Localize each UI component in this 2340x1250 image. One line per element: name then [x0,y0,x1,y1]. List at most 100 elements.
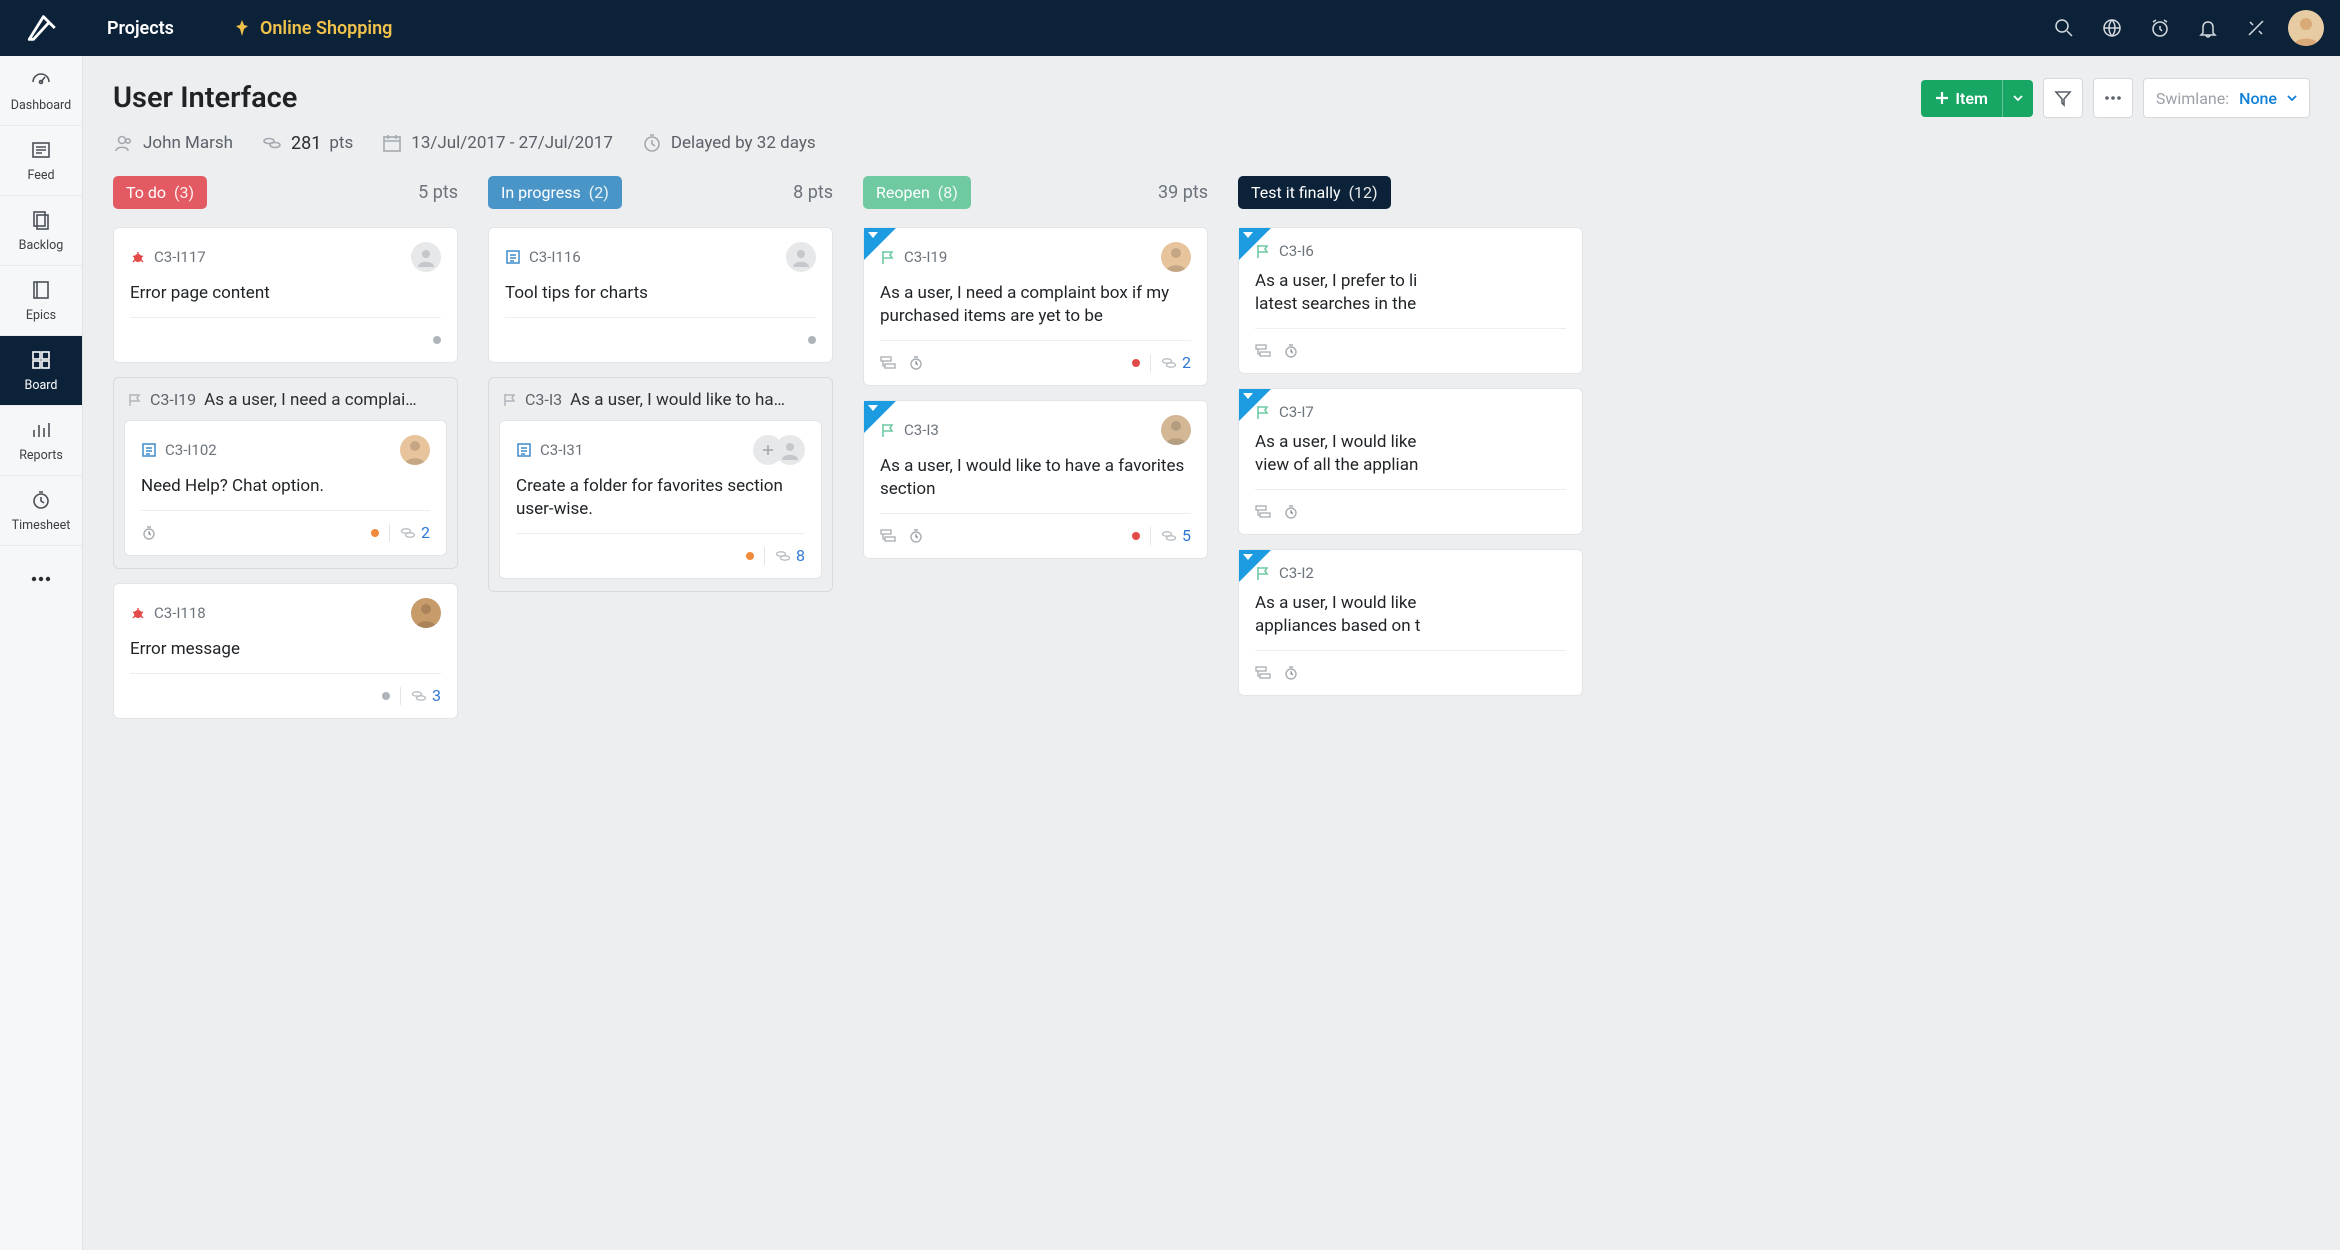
points-icon [400,526,416,540]
add-item-label: Item [1955,89,1987,108]
sidebar-item-label: Reports [19,448,63,463]
bug-icon [130,605,146,621]
sidebar-item-epics[interactable]: Epics [0,266,82,336]
user-icon [113,132,135,154]
tools-icon[interactable] [2234,6,2278,50]
sidebar-item-label: Feed [27,168,54,183]
column-name: To do [126,183,166,202]
card-title: As a user, I prefer to lilatest searches… [1255,270,1566,316]
column-pill[interactable]: In progress (2) [488,176,622,209]
board-card[interactable]: C3-I102Need Help? Chat option.2 [124,420,447,556]
date-meta: 13/Jul/2017 - 27/Jul/2017 [381,132,613,154]
swimlane-id: C3-I3 [525,390,562,409]
card-title: Error page content [130,282,441,305]
swimlane-group: C3-I19 As a user, I need a complai… C3-I1… [113,377,458,569]
points-meta: 281 pts [261,132,353,154]
card-title: Create a folder for favorites section us… [516,475,805,521]
flag-icon [128,393,142,407]
user-avatar[interactable] [2288,10,2324,46]
status-dot [1132,359,1140,367]
swimlane-header[interactable]: C3-I3 As a user, I would like to ha… [499,388,822,410]
card-points: 5 [1161,526,1191,545]
breadcrumb-project[interactable]: Online Shopping [234,18,392,39]
status-dot [433,336,441,344]
board-card[interactable]: C3-I31Create a folder for favorites sect… [499,420,822,579]
column-header: To do (3) 5 pts [113,176,458,209]
project-name-text: Online Shopping [260,18,392,39]
globe-icon[interactable] [2090,6,2134,50]
card-id: C3-I7 [1279,403,1314,421]
board-column: Reopen (8) 39 pts C3-I19As a user, I need … [863,176,1208,1192]
clock-icon[interactable] [2138,6,2182,50]
app-logo[interactable] [0,0,83,56]
column-name: Test it finally [1251,183,1341,202]
board-card[interactable]: C3-I118Error message3 [113,583,458,719]
status-dot [371,529,379,537]
kanban-board[interactable]: To do (3)5 ptsC3-I117Error page contentC… [83,168,2340,1222]
card-corner-flag [1239,389,1271,421]
board-card[interactable]: C3-I3As a user, I would like to have a f… [863,400,1208,559]
more-button[interactable] [2093,78,2133,118]
timer-icon [141,525,157,541]
chevron-down-icon [2013,95,2023,101]
column-header: In progress (2)8 pts [488,176,833,209]
add-assignee-icon[interactable] [753,435,783,465]
card-title: Error message [130,638,441,661]
assignee-avatar [411,598,441,628]
sidebar-item-feed[interactable]: Feed [0,126,82,196]
card-corner-flag [864,401,896,433]
column-pill[interactable]: Reopen (8) [863,176,971,209]
points-icon [1161,356,1177,370]
board-card[interactable]: C3-I6As a user, I prefer to lilatest sea… [1238,227,1583,374]
delay-text: Delayed by 32 days [671,133,816,153]
column-pill[interactable]: Test it finally (12) [1238,176,1391,209]
board-card[interactable]: C3-I116Tool tips for charts [488,227,833,363]
card-title: As a user, I would like to have a favori… [880,455,1191,501]
column-pill[interactable]: To do (3) [113,176,207,209]
pin-icon [234,19,250,37]
column-points: 39 pts [1158,182,1208,203]
flag-icon [503,393,517,407]
timer-icon [1283,504,1299,520]
card-corner-flag [1239,228,1271,260]
sidebar-item-timesheet[interactable]: Timesheet [0,476,82,546]
column-points: 5 pts [418,182,458,203]
calendar-icon [381,132,403,154]
page-meta: John Marsh 281 pts 13/Jul/2017 - 27/Jul/… [113,132,2310,154]
card-title: As a user, I would likeview of all the a… [1255,431,1566,477]
sidebar-item-board[interactable]: Board [0,336,82,406]
card-title: As a user, I would likeappliances based … [1255,592,1566,638]
card-title: Tool tips for charts [505,282,816,305]
card-id: C3-I118 [154,604,206,622]
status-dot [382,692,390,700]
sidebar-item-reports[interactable]: Reports [0,406,82,476]
sidebar-item-backlog[interactable]: Backlog [0,196,82,266]
swimlane-value: None [2239,89,2277,108]
bell-icon[interactable] [2186,6,2230,50]
board-column: Test it finally (12) C3-I6As a user, I pr… [1238,176,1583,1192]
filter-icon [2054,89,2072,107]
board-card[interactable]: C3-I19As a user, I need a complaint box … [863,227,1208,386]
board-card[interactable]: C3-I2As a user, I would likeappliances b… [1238,549,1583,696]
filter-button[interactable] [2043,78,2083,118]
board-card[interactable]: C3-I7 As a user, I would likeview of all … [1238,388,1583,535]
main-area: User Interface Item [83,56,2340,1250]
status-dot [1132,532,1140,540]
column-name: In progress [501,183,581,202]
card-corner-flag [864,228,896,260]
timer-icon [1283,343,1299,359]
projects-label: Projects [107,18,174,39]
clock-alert-icon [641,132,663,154]
add-item-dropdown[interactable] [2002,80,2033,117]
assignee-avatar [1161,242,1191,272]
swimlane-selector[interactable]: Swimlane: None [2143,78,2310,118]
add-item-main[interactable]: Item [1921,80,2001,117]
board-card[interactable]: C3-I117Error page content [113,227,458,363]
swimlane-header[interactable]: C3-I19 As a user, I need a complai… [124,388,447,410]
sidebar-more[interactable] [0,554,82,604]
search-icon[interactable] [2042,6,2086,50]
owner-name: John Marsh [143,133,233,153]
board-column: In progress (2)8 pts C3-I116Tool tips for… [488,176,833,1192]
sidebar-item-dashboard[interactable]: Dashboard [0,56,82,126]
projects-tab[interactable]: Projects [83,0,198,56]
